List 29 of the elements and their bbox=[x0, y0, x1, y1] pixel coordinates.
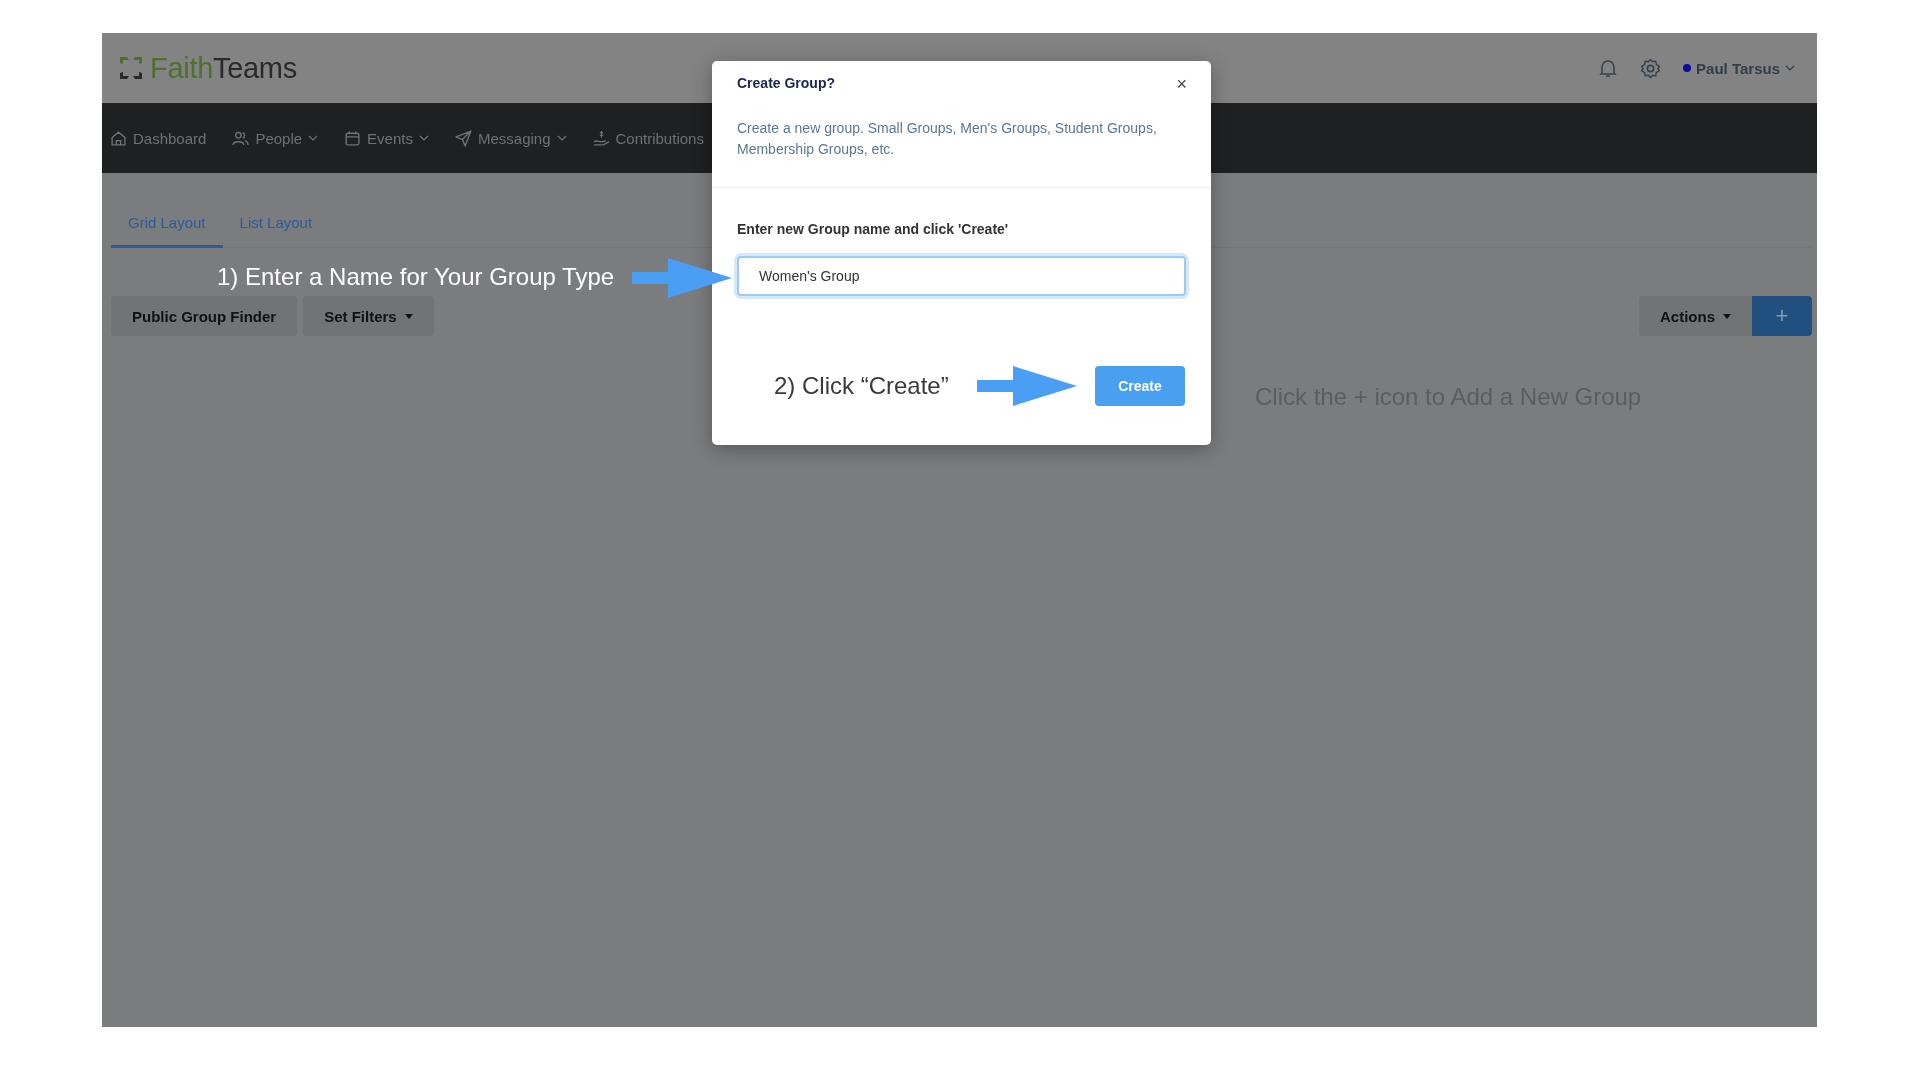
close-button[interactable]: × bbox=[1174, 74, 1189, 95]
nav-item[interactable]: Events bbox=[344, 129, 429, 147]
chevron-down-icon bbox=[1785, 63, 1795, 73]
instruction-caption: 1) Enter a Name for Your Group Type bbox=[217, 263, 615, 291]
dialog-title: Create Group? bbox=[737, 75, 835, 91]
field-label: Enter new Group name and click 'Create' bbox=[737, 221, 1010, 238]
toolbar-button[interactable]: Public Group Finder bbox=[111, 296, 298, 336]
nav-item[interactable]: Messaging bbox=[454, 129, 567, 147]
dialog-description: Create a new group. Small Groups, Men's Groups, Student Groups, Membership Groups, etc. bbox=[737, 119, 1158, 159]
caret-icon bbox=[1723, 313, 1731, 319]
instruction-caption: 2) Click “Create” bbox=[774, 372, 949, 400]
people-icon bbox=[232, 129, 250, 147]
calendar-icon bbox=[344, 129, 362, 147]
actions-button[interactable]: Actions bbox=[1639, 296, 1752, 336]
nav-item[interactable]: Dashboard bbox=[110, 129, 207, 147]
home-icon bbox=[110, 129, 127, 147]
nav-item[interactable]: Contributions bbox=[592, 129, 704, 147]
settings-icon[interactable] bbox=[1640, 57, 1662, 79]
create-button[interactable]: Create bbox=[1095, 366, 1185, 406]
bell-icon[interactable] bbox=[1598, 58, 1619, 78]
logo-text: FaithTeams bbox=[150, 51, 297, 85]
hand-coin-icon bbox=[592, 129, 610, 147]
paper-plane-icon bbox=[454, 129, 472, 147]
add-button[interactable]: + bbox=[1752, 296, 1812, 336]
logo-icon bbox=[118, 55, 144, 81]
user-menu[interactable]: Paul Tarsus bbox=[1683, 59, 1795, 77]
nav-item[interactable]: People bbox=[232, 129, 319, 147]
group-name-field[interactable]: Women's Group bbox=[737, 256, 1186, 296]
filter-dropdown[interactable]: Set Filters bbox=[303, 296, 434, 336]
